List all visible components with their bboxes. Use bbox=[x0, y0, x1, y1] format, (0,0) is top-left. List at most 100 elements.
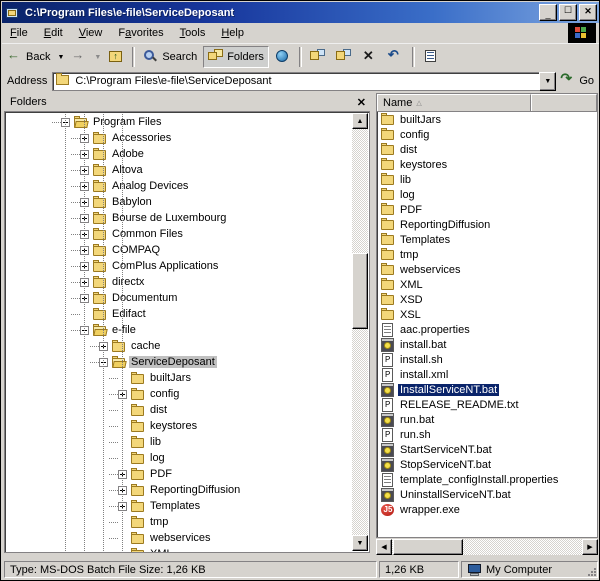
file-list-item[interactable]: XSL bbox=[377, 307, 597, 322]
go-button[interactable]: Go bbox=[560, 73, 600, 89]
tree-item-keystores[interactable]: keystores bbox=[5, 418, 353, 434]
maximize-button[interactable]: ☐ bbox=[559, 4, 577, 21]
tree-item-compaq[interactable]: COMPAQ bbox=[5, 242, 353, 258]
file-list-item[interactable]: install.bat bbox=[377, 337, 597, 352]
file-list-item[interactable]: StopServiceNT.bat bbox=[377, 457, 597, 472]
file-list-item[interactable]: PDF bbox=[377, 202, 597, 217]
tree-vertical-scrollbar[interactable]: ▲ ▼ bbox=[352, 113, 368, 551]
views-button[interactable] bbox=[419, 46, 443, 68]
file-list-item[interactable]: config bbox=[377, 127, 597, 142]
menu-item-favorites[interactable]: Favorites bbox=[110, 25, 171, 41]
file-list-item[interactable]: StartServiceNT.bat bbox=[377, 442, 597, 457]
tree-item-config[interactable]: config bbox=[5, 386, 353, 402]
tree-item-altova[interactable]: Altova bbox=[5, 162, 353, 178]
tree-item-bourse-de-luxembourg[interactable]: Bourse de Luxembourg bbox=[5, 210, 353, 226]
tree-item-servicedeposant[interactable]: ServiceDeposant bbox=[5, 354, 353, 370]
tree-item-edifact[interactable]: Edifact bbox=[5, 306, 353, 322]
tree-item-e-file[interactable]: e-file bbox=[5, 322, 353, 338]
column-header-extra[interactable] bbox=[531, 94, 597, 111]
tree-item-adobe[interactable]: Adobe bbox=[5, 146, 353, 162]
column-header-name[interactable]: Name △ bbox=[377, 94, 531, 111]
folder-tree[interactable]: Program FilesAccessoriesAdobeAltovaAnalo… bbox=[4, 111, 370, 553]
copy-to-button[interactable] bbox=[332, 46, 356, 68]
menu-item-file[interactable]: FFileile bbox=[2, 25, 36, 41]
tree-item-lib[interactable]: lib bbox=[5, 434, 353, 450]
menu-item-view[interactable]: View bbox=[71, 25, 111, 41]
tree-item-babylon[interactable]: Babylon bbox=[5, 194, 353, 210]
address-dropdown-button[interactable]: ▼ bbox=[539, 72, 556, 91]
file-list-item[interactable]: webservices bbox=[377, 262, 597, 277]
file-list-item[interactable]: builtJars bbox=[377, 112, 597, 127]
file-list-item[interactable]: J5wrapper.exe bbox=[377, 502, 597, 517]
tree-item-directx[interactable]: directx bbox=[5, 274, 353, 290]
file-list-item[interactable]: XSD bbox=[377, 292, 597, 307]
minimize-button[interactable]: _ bbox=[539, 4, 557, 21]
file-list-item-label: log bbox=[398, 189, 417, 201]
file-list-item[interactable]: Pinstall.xml bbox=[377, 367, 597, 382]
close-button[interactable]: ✕ bbox=[579, 4, 597, 21]
tree-item-pdf[interactable]: PDF bbox=[5, 466, 353, 482]
tree-item-dist[interactable]: dist bbox=[5, 402, 353, 418]
file-list-horizontal-scrollbar[interactable]: ◀ ▶ bbox=[376, 539, 598, 555]
forward-dropdown-icon[interactable]: ▼ bbox=[94, 54, 101, 61]
tree-item-cache[interactable]: cache bbox=[5, 338, 353, 354]
tree-item-documentum[interactable]: Documentum bbox=[5, 290, 353, 306]
scroll-up-button[interactable]: ▲ bbox=[352, 113, 368, 129]
file-list-view[interactable]: Name △ builtJarsconfigdistkeystoreslib lo… bbox=[376, 93, 598, 538]
scroll-thumb[interactable] bbox=[352, 253, 368, 329]
delete-button[interactable] bbox=[358, 46, 382, 68]
menu-item-edit[interactable]: Edit bbox=[36, 25, 71, 41]
tree-item-analog-devices[interactable]: Analog Devices bbox=[5, 178, 353, 194]
file-list-item[interactable]: dist bbox=[377, 142, 597, 157]
scroll-left-button[interactable]: ◀ bbox=[376, 539, 392, 555]
file-list-item[interactable]: keystores bbox=[377, 157, 597, 172]
up-button[interactable]: ↑ bbox=[104, 46, 128, 68]
file-list-item-label: install.xml bbox=[398, 369, 450, 381]
file-list-item[interactable]: tmp bbox=[377, 247, 597, 262]
folders-button[interactable]: Folders bbox=[203, 46, 269, 68]
tree-item-common-files[interactable]: Common Files bbox=[5, 226, 353, 242]
file-list-item[interactable]: template_configInstall.properties bbox=[377, 472, 597, 487]
resize-grip[interactable] bbox=[586, 566, 598, 578]
menu-item-tools[interactable]: Tools bbox=[172, 25, 214, 41]
hscroll-thumb[interactable] bbox=[393, 539, 463, 555]
back-dropdown-icon[interactable]: ▼ bbox=[57, 54, 64, 61]
tree-item-accessories[interactable]: Accessories bbox=[5, 130, 353, 146]
back-button[interactable]: Back bbox=[3, 46, 54, 68]
file-list-item[interactable]: Pinstall.sh bbox=[377, 352, 597, 367]
undo-button[interactable] bbox=[384, 46, 408, 68]
pane-splitter[interactable] bbox=[371, 93, 375, 555]
address-input[interactable]: C:\Program Files\e-file\ServiceDeposant bbox=[52, 72, 539, 91]
title-bar[interactable]: C:\Program Files\e-file\ServiceDeposant … bbox=[2, 2, 600, 23]
file-list-item[interactable]: Prun.sh bbox=[377, 427, 597, 442]
forward-button[interactable] bbox=[67, 46, 91, 68]
file-list-item[interactable]: PRELEASE_README.txt bbox=[377, 397, 597, 412]
history-button[interactable] bbox=[271, 46, 295, 68]
file-list-item[interactable]: aac.properties bbox=[377, 322, 597, 337]
tree-item-tmp[interactable]: tmp bbox=[5, 514, 353, 530]
scroll-down-button[interactable]: ▼ bbox=[352, 535, 368, 551]
tree-item-complus-applications[interactable]: ComPlus Applications bbox=[5, 258, 353, 274]
file-list-item[interactable]: lib bbox=[377, 172, 597, 187]
tree-item-reportingdiffusion[interactable]: ReportingDiffusion bbox=[5, 482, 353, 498]
file-list-item[interactable]: ReportingDiffusion bbox=[377, 217, 597, 232]
tree-item-log[interactable]: log bbox=[5, 450, 353, 466]
file-list-item[interactable]: log bbox=[377, 187, 597, 202]
move-to-button[interactable] bbox=[306, 46, 330, 68]
folder-icon bbox=[130, 404, 146, 417]
tree-item-webservices[interactable]: webservices bbox=[5, 530, 353, 546]
scroll-right-button[interactable]: ▶ bbox=[582, 539, 598, 555]
file-list-item[interactable]: run.bat bbox=[377, 412, 597, 427]
tree-item-templates[interactable]: Templates bbox=[5, 498, 353, 514]
tree-item-label: XML bbox=[148, 548, 175, 553]
file-list-item[interactable]: UninstallServiceNT.bat bbox=[377, 487, 597, 502]
tree-item-builtjars[interactable]: builtJars bbox=[5, 370, 353, 386]
file-list-item[interactable]: Templates bbox=[377, 232, 597, 247]
file-list-item[interactable]: InstallServiceNT.bat bbox=[377, 382, 597, 397]
file-list-item[interactable]: XML bbox=[377, 277, 597, 292]
folders-pane-title: Folders bbox=[10, 96, 47, 108]
tree-item-xml[interactable]: XML bbox=[5, 546, 353, 553]
menu-item-help[interactable]: Help bbox=[213, 25, 252, 41]
close-icon[interactable]: ✕ bbox=[357, 96, 366, 109]
search-button[interactable]: Search bbox=[139, 46, 201, 68]
